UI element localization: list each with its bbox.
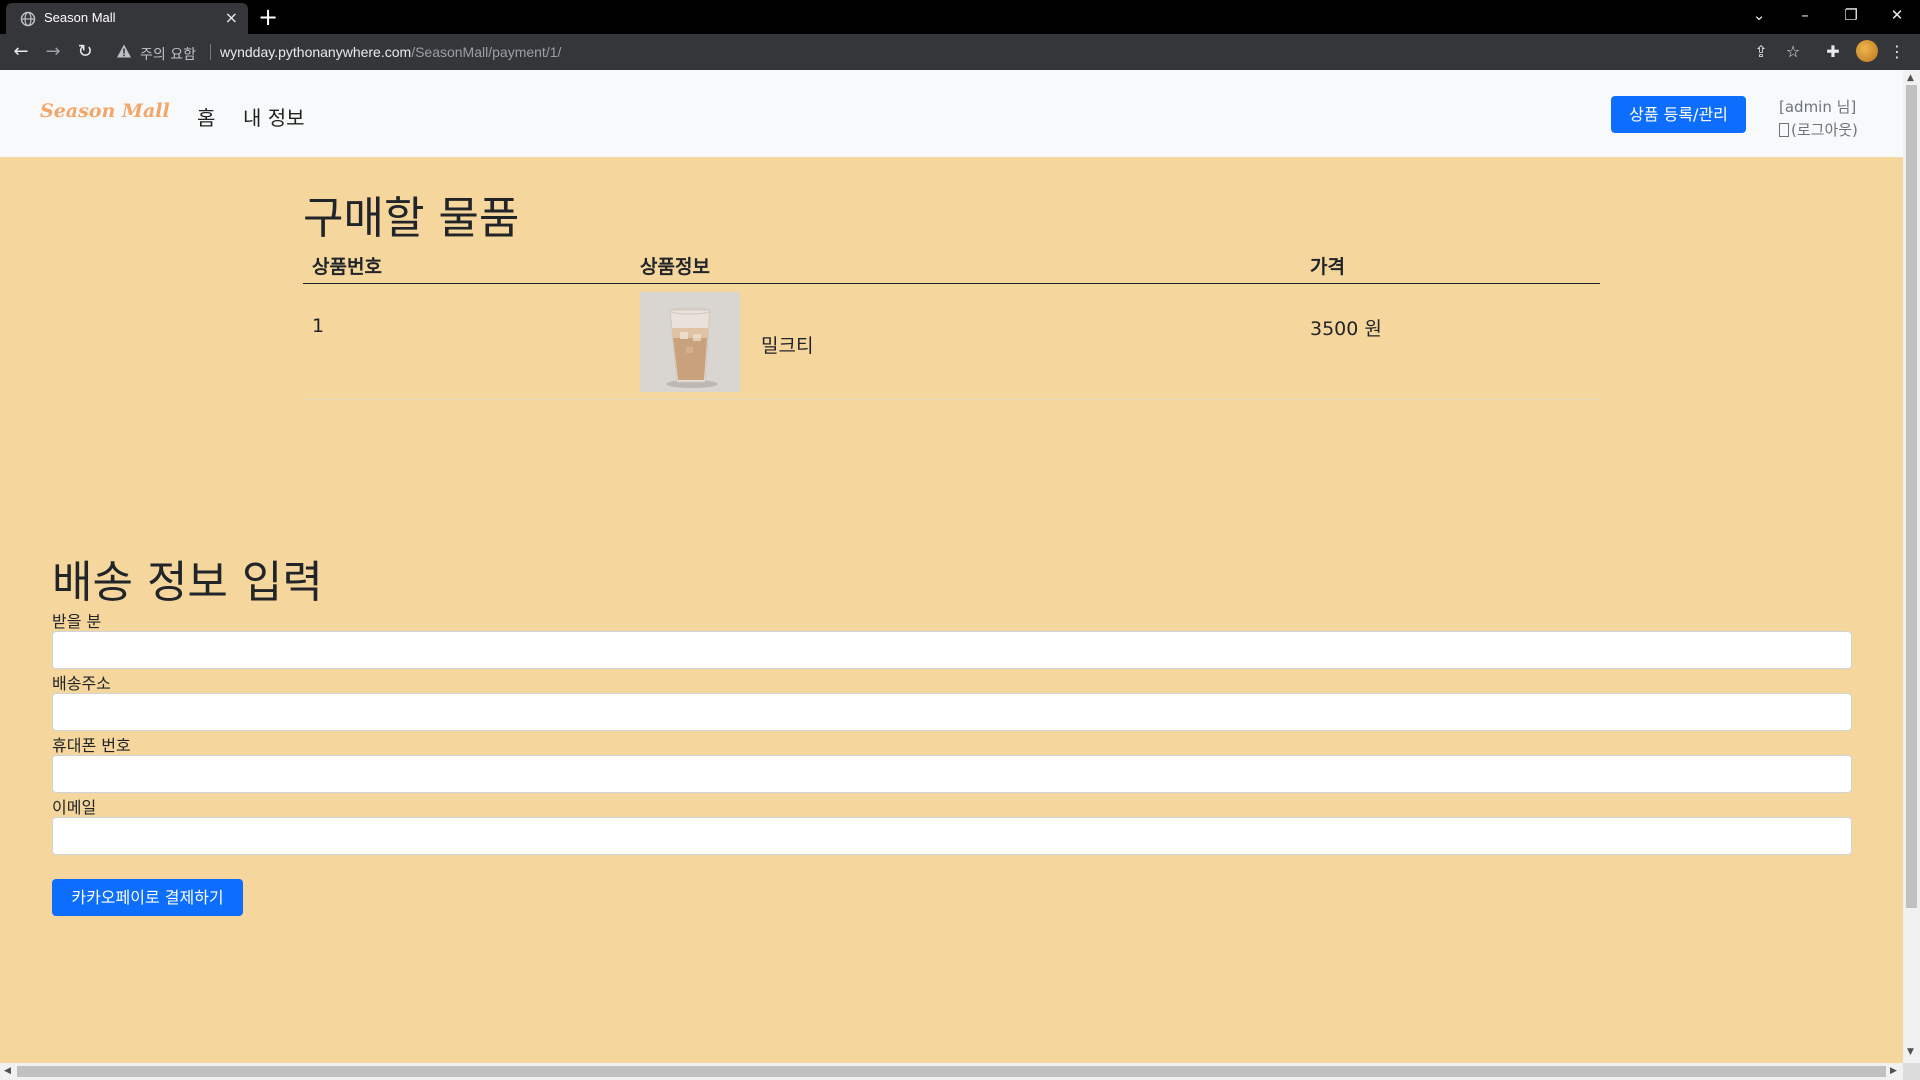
phone-label: 휴대폰 번호 bbox=[52, 736, 131, 755]
logout-label: (로그아웃) bbox=[1791, 121, 1858, 139]
bookmark-star-icon[interactable]: ☆ bbox=[1781, 40, 1805, 64]
address-input[interactable] bbox=[52, 693, 1852, 731]
scroll-up-arrow-icon[interactable]: ▲ bbox=[1907, 74, 1914, 83]
product-name: 밀크티 bbox=[761, 335, 814, 357]
recipient-label: 받을 분 bbox=[52, 612, 102, 631]
product-price: 3500 원 bbox=[1310, 318, 1382, 340]
recipient-input[interactable] bbox=[52, 631, 1852, 669]
address-bar[interactable]: 주의 요함 wyndday.pythonanywhere.com/SeasonM… bbox=[110, 38, 1810, 66]
profile-avatar[interactable] bbox=[1856, 40, 1878, 62]
share-icon[interactable]: ⇪ bbox=[1749, 40, 1773, 64]
vertical-scroll-thumb[interactable] bbox=[1906, 85, 1917, 908]
user-greeting: [admin 님] bbox=[1779, 98, 1857, 116]
table-row-divider bbox=[303, 399, 1600, 400]
tab-close-icon[interactable]: × bbox=[225, 9, 238, 27]
column-header-info: 상품정보 bbox=[640, 256, 710, 278]
close-window-icon[interactable]: ✕ bbox=[1874, 0, 1920, 30]
milk-tea-thumbnail bbox=[640, 292, 740, 392]
manage-products-button[interactable]: 상품 등록/관리 bbox=[1611, 96, 1746, 133]
address-separator bbox=[210, 44, 211, 60]
kakaopay-button[interactable]: 카카오페이로 결제하기 bbox=[52, 879, 243, 916]
browser-tab[interactable]: Season Mall × bbox=[6, 3, 248, 34]
restore-icon[interactable]: ❐ bbox=[1828, 0, 1874, 30]
shipping-title: 배송 정보 입력 bbox=[52, 557, 323, 608]
site-navbar: Season Mall 홈 내 정보 상품 등록/관리 [admin 님] (로… bbox=[0, 70, 1903, 157]
nav-link-home[interactable]: 홈 bbox=[197, 102, 215, 131]
url-path: /SeasonMall/payment/1/ bbox=[411, 44, 562, 60]
reload-icon[interactable]: ↻ bbox=[73, 40, 97, 64]
product-number: 1 bbox=[312, 315, 325, 337]
scroll-left-arrow-icon[interactable]: ◀ bbox=[4, 1067, 11, 1076]
new-tab-icon[interactable]: + bbox=[258, 3, 278, 31]
email-label: 이메일 bbox=[52, 798, 97, 817]
browser-tabstrip: Season Mall × + ⌄ – ❐ ✕ bbox=[0, 0, 1920, 34]
browser-toolbar: ← → ↻ 주의 요함 wyndday.pythonanywhere.com/S… bbox=[0, 34, 1920, 70]
brand-logo[interactable]: Season Mall bbox=[40, 100, 170, 122]
column-header-price: 가격 bbox=[1310, 256, 1345, 278]
door-icon bbox=[1779, 123, 1789, 137]
back-arrow-icon[interactable]: ← bbox=[9, 40, 33, 64]
table-header-divider bbox=[303, 283, 1600, 284]
globe-icon bbox=[20, 11, 36, 27]
phone-input[interactable] bbox=[52, 755, 1852, 793]
security-warning-label[interactable]: 주의 요함 bbox=[140, 44, 196, 64]
warning-icon bbox=[117, 44, 131, 58]
scrollbar-corner bbox=[1903, 1063, 1920, 1080]
forward-arrow-icon[interactable]: → bbox=[41, 40, 65, 64]
order-title: 구매할 물품 bbox=[303, 193, 520, 244]
extensions-puzzle-icon[interactable]: ✚ bbox=[1821, 40, 1845, 64]
tab-title: Season Mall bbox=[44, 10, 116, 25]
column-header-number: 상품번호 bbox=[312, 256, 382, 278]
browser-menu-icon[interactable]: ⋮ bbox=[1885, 40, 1909, 64]
scroll-right-arrow-icon[interactable]: ▶ bbox=[1890, 1067, 1897, 1076]
minimize-icon[interactable]: – bbox=[1782, 0, 1828, 30]
horizontal-scroll-thumb[interactable] bbox=[17, 1066, 1886, 1077]
url-host: wyndday.pythonanywhere.com bbox=[220, 44, 412, 60]
nav-link-my-info[interactable]: 내 정보 bbox=[243, 102, 305, 131]
scroll-down-arrow-icon[interactable]: ▼ bbox=[1907, 1048, 1914, 1057]
address-label: 배송주소 bbox=[52, 674, 111, 693]
email-input[interactable] bbox=[52, 817, 1852, 855]
tab-search-chevron-icon[interactable]: ⌄ bbox=[1736, 0, 1782, 30]
url-text[interactable]: wyndday.pythonanywhere.com/SeasonMall/pa… bbox=[220, 44, 561, 60]
logout-link[interactable]: (로그아웃) bbox=[1779, 119, 1858, 140]
